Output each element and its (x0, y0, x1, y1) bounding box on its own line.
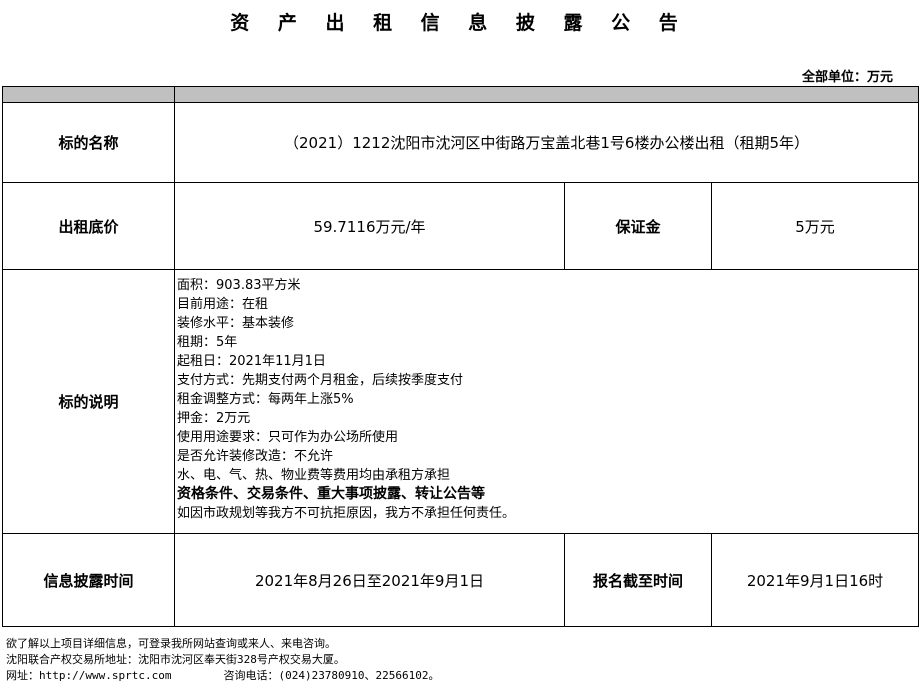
description-line: 装修水平：基本装修 (177, 316, 295, 331)
table-row: 出租底价 59.7116万元/年 保证金 5万元 (2, 182, 919, 270)
description-line: 使用用途要求：只可作为办公场所使用 (177, 430, 399, 445)
description-line: 租金调整方式：每两年上涨5% (177, 392, 354, 407)
footer-contact: 网址：http://www.sprtc.com 咨询电话：(024)2378091… (6, 668, 440, 684)
object-name-value: （2021）1212沈阳市沈河区中街路万宝盖北巷1号6楼办公楼出租（租期5年） (173, 102, 919, 183)
description-content: 面积：903.83平方米 目前用途：在租 装修水平：基本装修 租期：5年 起租日… (173, 269, 919, 534)
table-row: 信息披露时间 2021年8月26日至2021年9月1日 报名截至时间 2021年… (2, 533, 919, 627)
description-line: 租期：5年 (177, 335, 238, 350)
footer-line: 欲了解以上项目详细信息，可登录我所网站查询或来人、来电咨询。 (6, 637, 336, 650)
description-line: 面积：903.83平方米 (177, 278, 301, 293)
website-link[interactable]: 网址：http://www.sprtc.com (6, 669, 171, 682)
description-bold-line: 资格条件、交易条件、重大事项披露、转让公告等 (177, 486, 485, 502)
registration-deadline-label: 报名截至时间 (564, 533, 712, 627)
disclosure-time-label: 信息披露时间 (2, 533, 175, 627)
table-row: 标的说明 面积：903.83平方米 目前用途：在租 装修水平：基本装修 租期：5… (2, 269, 919, 534)
description-line: 水、电、气、热、物业费等费用均由承租方承担 (177, 468, 451, 483)
registration-deadline-value: 2021年9月1日16时 (710, 533, 919, 627)
page-title: 资 产 出 租 信 息 披 露 公 告 (230, 12, 689, 34)
description-line: 押金：2万元 (177, 411, 251, 426)
description-line: 支付方式：先期支付两个月租金，后续按季度支付 (177, 373, 464, 388)
description-line: 目前用途：在租 (177, 297, 269, 312)
description-disclaimer: 如因市政规划等我方不可抗拒原因，我方不承担任何责任。 (177, 506, 516, 521)
object-name-label: 标的名称 (2, 102, 175, 183)
description-label: 标的说明 (2, 269, 175, 534)
phone-number: 咨询电话：(024)23780910、22566102。 (223, 669, 440, 682)
header-cell (2, 86, 175, 103)
description-line: 起租日：2021年11月1日 (177, 354, 326, 369)
description-line: 是否允许装修改造：不允许 (177, 449, 334, 464)
footer-notes: 欲了解以上项目详细信息，可登录我所网站查询或来人、来电咨询。 沈阳联合产权交易所… (6, 636, 440, 684)
footer-address: 沈阳联合产权交易所地址：沈阳市沈河区奉天街328号产权交易大厦。 (6, 653, 345, 666)
unit-note: 全部单位：万元 (801, 70, 893, 85)
disclosure-time-value: 2021年8月26日至2021年9月1日 (174, 533, 565, 627)
header-cell (173, 86, 919, 103)
rent-price-value: 59.7116万元/年 (174, 182, 565, 270)
deposit-value: 5万元 (710, 182, 919, 270)
disclosure-table: 标的名称 （2021）1212沈阳市沈河区中街路万宝盖北巷1号6楼办公楼出租（租… (2, 86, 919, 627)
table-header-bar (2, 86, 919, 103)
table-row: 标的名称 （2021）1212沈阳市沈河区中街路万宝盖北巷1号6楼办公楼出租（租… (2, 102, 919, 183)
deposit-label: 保证金 (564, 182, 712, 270)
rent-price-label: 出租底价 (2, 182, 175, 270)
